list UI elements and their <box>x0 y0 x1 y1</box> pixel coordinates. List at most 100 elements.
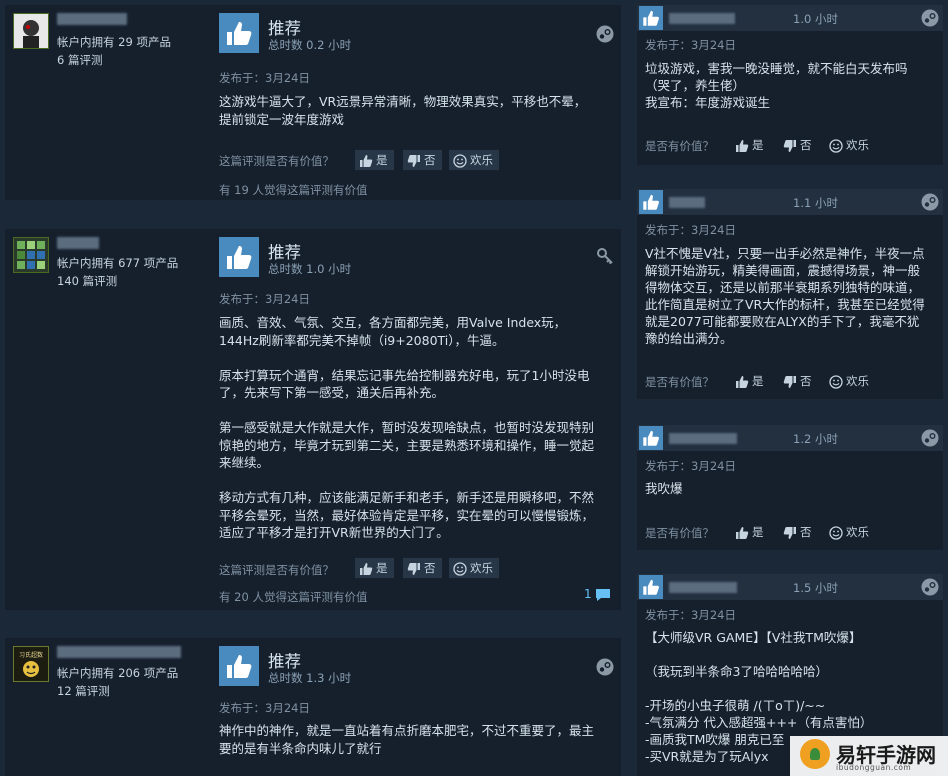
smiley-icon <box>453 153 467 168</box>
avatar[interactable] <box>13 13 49 49</box>
username[interactable] <box>57 13 127 25</box>
review-verdict[interactable]: 推荐 <box>268 15 301 39</box>
vote-yes-button[interactable]: 是 <box>355 558 394 578</box>
avatar-text: 习氏超数 <box>19 651 43 659</box>
vote-no-button[interactable]: 否 <box>783 373 812 389</box>
vote-yes-button[interactable]: 是 <box>735 524 764 540</box>
vote-funny-label: 欢乐 <box>470 153 493 167</box>
steam-icon <box>921 193 939 215</box>
hours-played: 1.1 小时 <box>793 196 838 210</box>
comment-count: 1 <box>584 587 592 601</box>
thumbs-up-icon <box>639 426 663 450</box>
hours-played: 1.2 小时 <box>793 432 838 446</box>
posted-date: 发布于：3月24日 <box>645 38 736 52</box>
username[interactable] <box>669 13 735 24</box>
review-text: 神作中的神作，就是一直站着有点折磨本肥宅，不过不重要了，最主 要的是有半条命内味… <box>219 723 595 756</box>
steam-icon <box>921 429 939 451</box>
thumbs-up-icon <box>639 6 663 30</box>
hours-played: 总时数 0.2 小时 <box>268 38 352 52</box>
vote-no-button[interactable]: 否 <box>403 150 442 170</box>
vote-funny-button[interactable]: 欢乐 <box>449 150 499 170</box>
thumbs-up-icon <box>219 646 259 686</box>
helpful-question: 是否有价值？ <box>645 526 714 540</box>
vote-funny-label: 欢乐 <box>846 138 869 152</box>
vote-funny-label: 欢乐 <box>846 525 869 539</box>
review-text: 我吹爆 <box>645 481 683 496</box>
posted-date: 发布于：3月24日 <box>645 459 736 473</box>
thumbs-down-icon <box>407 562 420 575</box>
vote-no-label: 否 <box>800 374 812 388</box>
recent-review-card: 1.2 小时 发布于：3月24日 我吹爆 是否有价值？ 是 否 欢乐 <box>637 425 943 550</box>
helpful-question: 这篇评测是否有价值？ <box>219 154 334 168</box>
smiley-icon <box>453 561 467 576</box>
vote-no-button[interactable]: 否 <box>403 558 442 578</box>
review-count[interactable]: 12 篇评测 <box>57 683 110 699</box>
username[interactable] <box>669 197 705 208</box>
review-verdict[interactable]: 推荐 <box>268 648 301 672</box>
steam-icon <box>921 578 939 600</box>
thumbs-up-icon <box>360 562 373 575</box>
products-owned[interactable]: 帐户内拥有 29 项产品 <box>57 34 171 50</box>
smiley-icon <box>829 525 843 540</box>
review-card: 帐户内拥有 29 项产品 6 篇评测 推荐 总时数 0.2 小时 发布于：3月2… <box>5 5 621 200</box>
comment-icon <box>596 588 611 601</box>
review-count[interactable]: 6 篇评测 <box>57 52 102 68</box>
thumbs-down-icon <box>783 375 796 388</box>
smiley-icon <box>829 138 843 153</box>
vote-funny-label: 欢乐 <box>470 561 493 575</box>
helpful-count: 有 20 人觉得这篇评测有价值 <box>219 590 368 604</box>
posted-date: 发布于：3月24日 <box>219 71 310 85</box>
vote-funny-button[interactable]: 欢乐 <box>829 137 869 153</box>
vote-yes-label: 是 <box>376 561 388 575</box>
posted-date: 发布于：3月24日 <box>645 223 736 237</box>
vote-yes-button[interactable]: 是 <box>735 137 764 153</box>
thumbs-up-icon <box>360 154 373 167</box>
username[interactable] <box>57 237 99 249</box>
thumbs-up-icon <box>736 375 749 388</box>
username[interactable] <box>669 433 737 444</box>
username[interactable] <box>669 582 737 593</box>
watermark: 易轩手游网 ibudongguan.com <box>790 736 948 776</box>
hours-played: 1.0 小时 <box>793 12 838 26</box>
posted-date: 发布于：3月24日 <box>219 292 310 306</box>
vote-no-label: 否 <box>424 153 436 167</box>
vote-funny-button[interactable]: 欢乐 <box>449 558 499 578</box>
review-card: 习氏超数 帐户内拥有 206 项产品 12 篇评测 推荐 总时数 1.3 小时 … <box>5 638 621 776</box>
vote-funny-label: 欢乐 <box>846 374 869 388</box>
watermark-url: ibudongguan.com <box>836 763 912 772</box>
thumbs-up-icon <box>219 13 259 53</box>
avatar[interactable] <box>13 237 49 273</box>
vote-yes-button[interactable]: 是 <box>735 373 764 389</box>
watermark-logo-icon <box>800 739 830 769</box>
username[interactable] <box>57 646 181 658</box>
recent-review-header: 1.2 小时 <box>637 425 943 451</box>
key-icon <box>596 247 614 269</box>
avatar[interactable]: 习氏超数 <box>13 646 49 682</box>
products-owned[interactable]: 帐户内拥有 677 项产品 <box>57 255 178 271</box>
review-verdict[interactable]: 推荐 <box>268 239 301 263</box>
thumbs-up-icon <box>736 526 749 539</box>
vote-yes-button[interactable]: 是 <box>355 150 394 170</box>
helpful-question: 是否有价值？ <box>645 375 714 389</box>
smiley-icon <box>829 374 843 389</box>
hours-played: 总时数 1.0 小时 <box>268 262 352 276</box>
vote-no-button[interactable]: 否 <box>783 524 812 540</box>
steam-icon <box>921 9 939 31</box>
hours-played: 1.5 小时 <box>793 581 838 595</box>
review-count[interactable]: 140 篇评测 <box>57 273 117 289</box>
vote-yes-label: 是 <box>376 153 388 167</box>
vote-funny-button[interactable]: 欢乐 <box>829 373 869 389</box>
posted-date: 发布于：3月24日 <box>219 701 310 715</box>
vote-yes-label: 是 <box>752 138 764 152</box>
comment-count-link[interactable]: 1 <box>584 587 611 602</box>
products-owned[interactable]: 帐户内拥有 206 项产品 <box>57 665 178 681</box>
thumbs-down-icon <box>407 154 420 167</box>
vote-no-button[interactable]: 否 <box>783 137 812 153</box>
helpful-count: 有 19 人觉得这篇评测有价值 <box>219 183 368 197</box>
vote-funny-button[interactable]: 欢乐 <box>829 524 869 540</box>
review-card: 帐户内拥有 677 项产品 140 篇评测 推荐 总时数 1.0 小时 发布于：… <box>5 229 621 610</box>
vote-yes-label: 是 <box>752 525 764 539</box>
vote-no-label: 否 <box>424 561 436 575</box>
recent-review-header: 1.1 小时 <box>637 189 943 215</box>
recent-review-card: 1.1 小时 发布于：3月24日 V社不愧是V社，只要一出手必然是神作，半夜一点… <box>637 189 943 399</box>
